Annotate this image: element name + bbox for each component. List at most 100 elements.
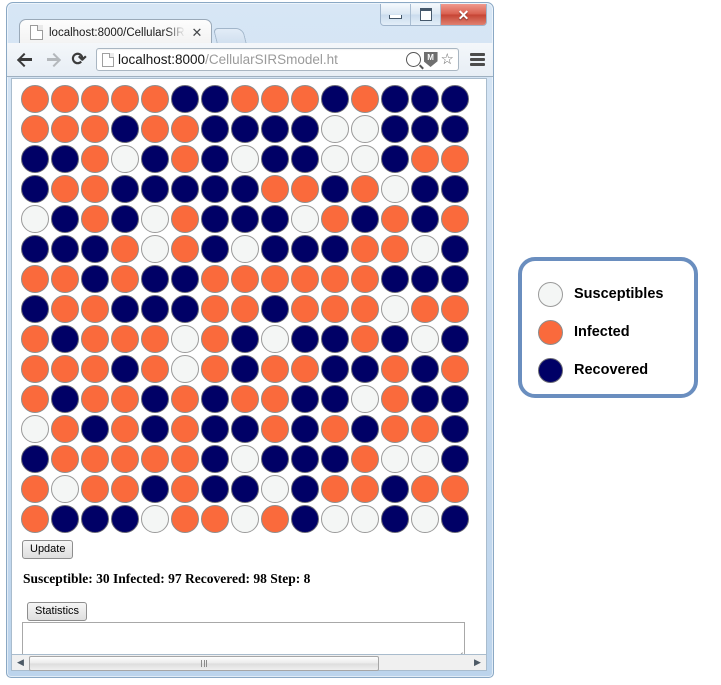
- reload-icon: ⟳: [71, 48, 87, 69]
- grid-cell-i: [171, 235, 199, 263]
- grid-cell-r: [441, 325, 469, 353]
- grid-cell-r: [291, 445, 319, 473]
- grid-cell-i: [411, 475, 439, 503]
- close-button[interactable]: ✕: [441, 4, 486, 25]
- grid-cell-r: [201, 175, 229, 203]
- update-button[interactable]: Update: [22, 540, 74, 559]
- grid-cell-r: [111, 205, 139, 233]
- statistics-row: Statistics: [27, 601, 486, 621]
- grid-cell-r: [81, 415, 109, 443]
- grid-cell-i: [171, 415, 199, 443]
- grid-cell-r: [171, 265, 199, 293]
- grid-cell-r: [21, 445, 49, 473]
- tab-close-icon[interactable]: ✕: [191, 26, 204, 39]
- grid-cell-r: [441, 175, 469, 203]
- scroll-left-arrow[interactable]: ◀: [12, 655, 29, 670]
- scrollbar-thumb[interactable]: [29, 656, 379, 671]
- grid-cell-s: [141, 235, 169, 263]
- tab-localhost[interactable]: localhost:8000/CellularSIR ✕: [19, 19, 213, 45]
- grid-cell-i: [141, 445, 169, 473]
- forward-button[interactable]: [42, 49, 62, 71]
- url-text: localhost:8000/CellularSIRSmodel.ht: [118, 52, 402, 67]
- horizontal-scrollbar[interactable]: ◀ ▶: [11, 654, 487, 671]
- cell-grid-row: [21, 115, 486, 143]
- grid-cell-r: [201, 385, 229, 413]
- grid-cell-i: [291, 355, 319, 383]
- grid-cell-r: [441, 415, 469, 443]
- grid-cell-i: [351, 445, 379, 473]
- grid-cell-r: [21, 235, 49, 263]
- legend-item-recovered: Recovered: [538, 351, 694, 389]
- menu-button[interactable]: [466, 53, 485, 66]
- zoom-icon[interactable]: [405, 52, 421, 67]
- grid-cell-i: [21, 325, 49, 353]
- grid-cell-i: [321, 475, 349, 503]
- grid-cell-i: [21, 265, 49, 293]
- grid-cell-r: [261, 445, 289, 473]
- minimize-button[interactable]: [381, 4, 411, 25]
- grid-cell-i: [441, 295, 469, 323]
- statistics-button[interactable]: Statistics: [27, 602, 88, 621]
- grid-cell-i: [81, 145, 109, 173]
- grid-cell-r: [201, 205, 229, 233]
- grid-cell-r: [171, 295, 199, 323]
- legend-label: Infected: [574, 324, 630, 340]
- grid-cell-r: [231, 115, 259, 143]
- cell-grid-row: [21, 85, 486, 113]
- grid-cell-s: [261, 475, 289, 503]
- grid-cell-r: [411, 355, 439, 383]
- scroll-right-arrow[interactable]: ▶: [469, 655, 486, 670]
- grid-cell-r: [111, 355, 139, 383]
- shield-icon[interactable]: M: [423, 52, 438, 67]
- grid-cell-r: [321, 235, 349, 263]
- grid-cell-r: [141, 145, 169, 173]
- grid-cell-r: [321, 385, 349, 413]
- legend-item-susceptibles: Susceptibles: [538, 275, 694, 313]
- grid-cell-i: [351, 325, 379, 353]
- grid-cell-r: [261, 205, 289, 233]
- cell-grid-row: [21, 205, 486, 233]
- grid-cell-r: [381, 85, 409, 113]
- grid-cell-r: [141, 265, 169, 293]
- grid-cell-r: [411, 385, 439, 413]
- grid-cell-r: [351, 355, 379, 383]
- grid-cell-i: [351, 295, 379, 323]
- browser-toolbar: ⟳ localhost:8000/CellularSIRSmodel.ht M …: [7, 43, 493, 77]
- scrollbar-track[interactable]: [29, 655, 469, 671]
- grid-cell-s: [111, 145, 139, 173]
- grid-cell-i: [201, 265, 229, 293]
- grid-cell-s: [141, 505, 169, 533]
- legend-swatch-r-icon: [538, 357, 563, 383]
- grid-cell-s: [291, 205, 319, 233]
- grid-cell-r: [171, 175, 199, 203]
- grid-cell-i: [21, 505, 49, 533]
- grid-cell-i: [51, 265, 79, 293]
- grid-cell-s: [321, 115, 349, 143]
- reload-button[interactable]: ⟳: [69, 49, 89, 71]
- maximize-icon: [419, 8, 432, 21]
- grid-cell-r: [441, 385, 469, 413]
- grid-cell-i: [171, 145, 199, 173]
- grid-cell-i: [111, 85, 139, 113]
- site-icon: [102, 52, 114, 67]
- grid-cell-r: [51, 205, 79, 233]
- grid-cell-r: [441, 505, 469, 533]
- statistics-textarea[interactable]: [22, 622, 465, 654]
- address-bar[interactable]: localhost:8000/CellularSIRSmodel.ht M ☆: [96, 48, 459, 71]
- maximize-button[interactable]: [411, 4, 441, 25]
- grid-cell-i: [321, 295, 349, 323]
- grid-cell-i: [111, 325, 139, 353]
- grid-cell-i: [21, 355, 49, 383]
- grid-cell-i: [81, 325, 109, 353]
- back-button[interactable]: [15, 49, 35, 71]
- grid-cell-r: [351, 415, 379, 443]
- status-text: Susceptible: 30 Infected: 97 Recovered: …: [23, 571, 311, 586]
- page-viewport: Update Susceptible: 30 Infected: 97 Reco…: [11, 78, 487, 655]
- grid-cell-r: [81, 505, 109, 533]
- bookmark-star-icon[interactable]: ☆: [441, 52, 454, 67]
- grid-cell-i: [261, 415, 289, 443]
- grid-cell-i: [81, 295, 109, 323]
- grid-cell-i: [51, 355, 79, 383]
- grid-cell-s: [411, 505, 439, 533]
- grid-cell-r: [441, 85, 469, 113]
